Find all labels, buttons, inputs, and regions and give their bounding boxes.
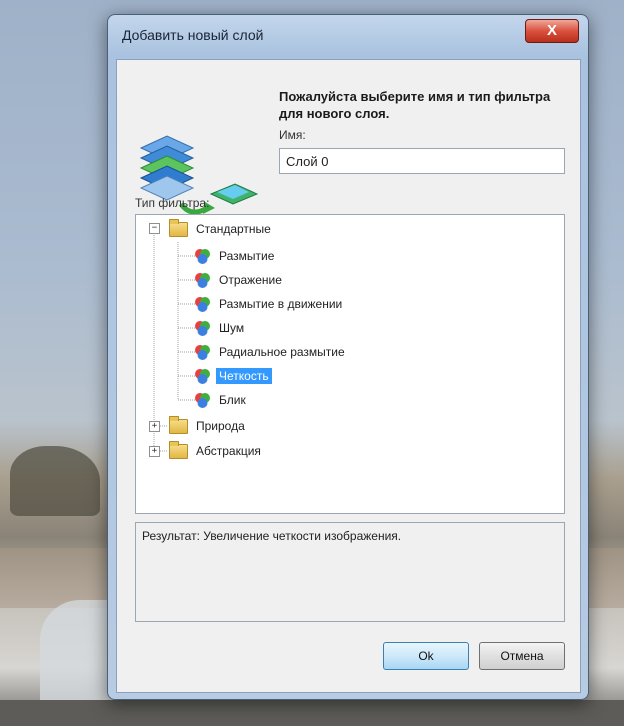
filter-icon bbox=[195, 248, 210, 264]
tree-item-label: Размытие bbox=[219, 249, 275, 263]
dialog-prompt: Пожалуйста выберите имя и тип фильтра дл… bbox=[279, 89, 551, 121]
tree-item-motion-blur[interactable]: Размытие в движении bbox=[194, 295, 345, 313]
dialog-titlebar[interactable]: Добавить новый слой X bbox=[108, 15, 588, 51]
dialog-content: Пожалуйста выберите имя и тип фильтра дл… bbox=[116, 59, 581, 693]
tree-item-label: Радиальное размытие bbox=[219, 345, 345, 359]
background-ground bbox=[0, 700, 624, 726]
ok-button[interactable]: Ok bbox=[383, 642, 469, 670]
background-tree bbox=[10, 446, 100, 516]
name-label: Имя: bbox=[279, 128, 306, 142]
add-layer-dialog: Добавить новый слой X Пожалуйста выберит… bbox=[107, 14, 589, 700]
filter-icon bbox=[195, 368, 210, 384]
filter-icon bbox=[195, 296, 210, 312]
folder-open-icon bbox=[169, 218, 188, 237]
folder-icon bbox=[169, 415, 188, 434]
tree-folder-nature[interactable]: Природа bbox=[169, 415, 248, 435]
expand-toggle-abstraction[interactable]: + bbox=[149, 446, 160, 457]
folder-icon bbox=[169, 440, 188, 459]
tree-item-glare[interactable]: Блик bbox=[194, 391, 249, 409]
tree-item-label: Размытие в движении bbox=[219, 297, 343, 311]
tree-item-noise[interactable]: Шум bbox=[194, 319, 247, 337]
filter-icon bbox=[195, 272, 210, 288]
collapse-toggle-standard[interactable]: − bbox=[149, 223, 160, 234]
filter-icon bbox=[195, 392, 210, 408]
filter-tree[interactable]: − Стандартные Размытие Отражение Размыти… bbox=[135, 214, 565, 514]
close-button[interactable]: X bbox=[525, 19, 579, 43]
tree-folder-standard[interactable]: Стандартные bbox=[169, 218, 274, 238]
tree-folder-label: Стандартные bbox=[196, 222, 271, 236]
dialog-title: Добавить новый слой bbox=[122, 27, 264, 43]
tree-item-radial-blur[interactable]: Радиальное размытие bbox=[194, 343, 348, 361]
tree-item-label: Блик bbox=[219, 393, 246, 407]
filter-icon bbox=[195, 320, 210, 336]
tree-folder-label: Природа bbox=[196, 419, 245, 433]
expand-toggle-nature[interactable]: + bbox=[149, 421, 160, 432]
tree-item-label-selected: Четкость bbox=[216, 368, 272, 384]
close-icon: X bbox=[546, 22, 557, 39]
tree-item-label: Шум bbox=[219, 321, 245, 335]
tree-item-sharpness[interactable]: Четкость bbox=[194, 367, 272, 385]
filter-icon bbox=[195, 344, 210, 360]
filter-type-label: Тип фильтра: bbox=[135, 196, 210, 210]
result-text: Результат: Увеличение четкости изображен… bbox=[142, 529, 402, 543]
tree-folder-label: Абстракция bbox=[196, 444, 261, 458]
tree-folder-abstraction[interactable]: Абстракция bbox=[169, 440, 264, 460]
layer-name-input[interactable] bbox=[279, 148, 565, 174]
tree-item-blur[interactable]: Размытие bbox=[194, 247, 277, 265]
tree-item-label: Отражение bbox=[219, 273, 282, 287]
result-description: Результат: Увеличение четкости изображен… bbox=[135, 522, 565, 622]
cancel-button[interactable]: Отмена bbox=[479, 642, 565, 670]
tree-item-reflection[interactable]: Отражение bbox=[194, 271, 285, 289]
